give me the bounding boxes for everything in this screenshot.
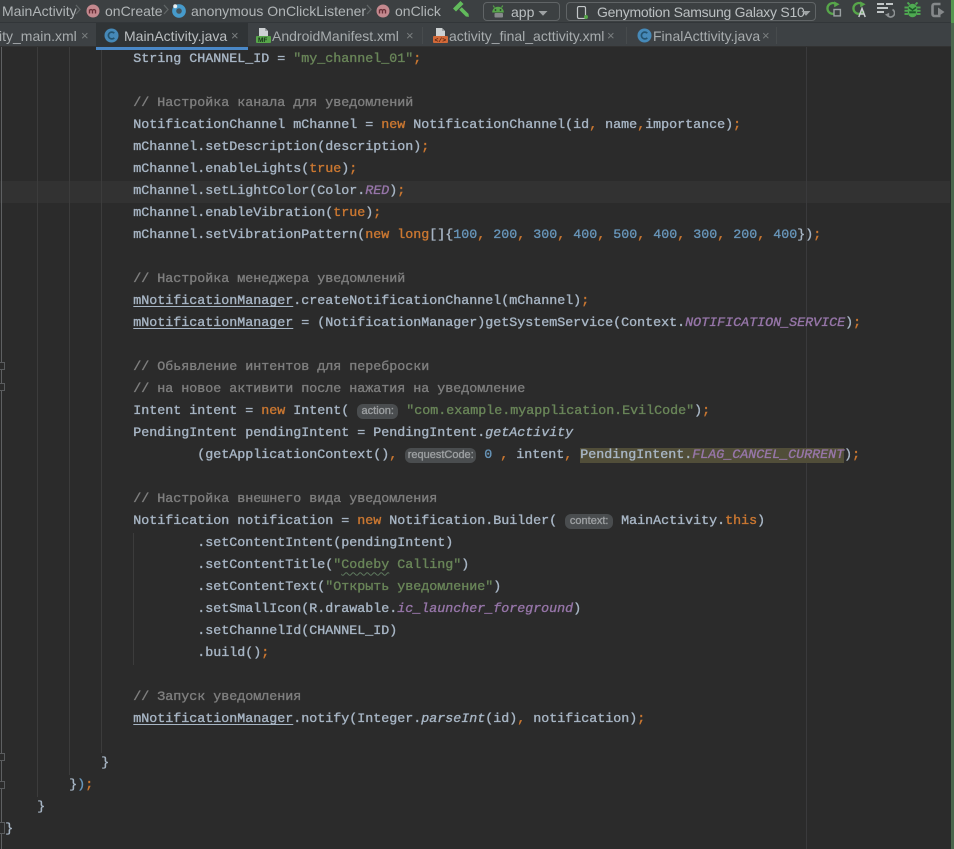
svg-text:</>: </> bbox=[435, 37, 447, 44]
svg-text:MF: MF bbox=[258, 37, 267, 44]
